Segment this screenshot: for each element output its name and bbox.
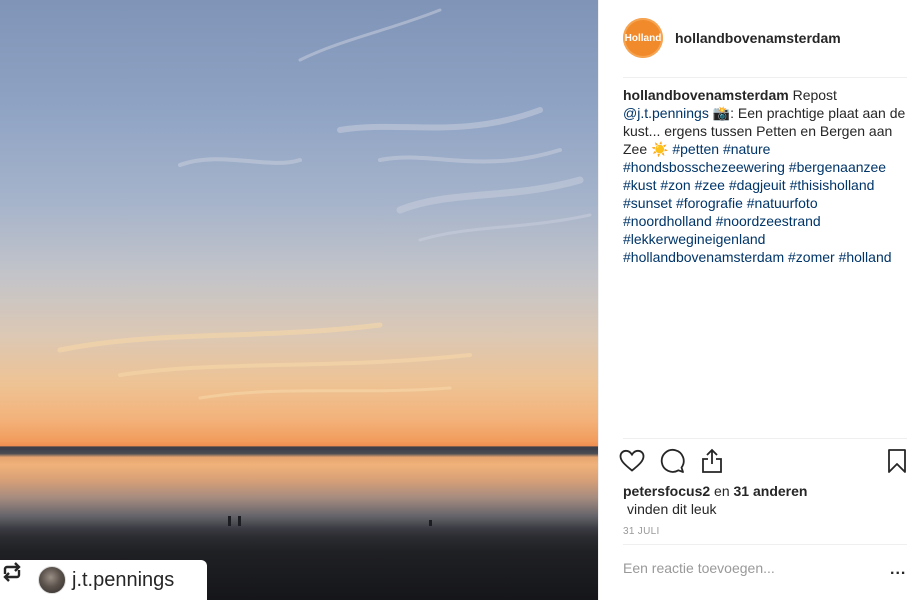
hashtag[interactable]: #hollandbovenamsterdam (623, 249, 784, 265)
repost-avatar (38, 566, 66, 594)
hashtag[interactable]: #zon (660, 177, 690, 193)
divider (623, 438, 907, 439)
sky-clouds (0, 8, 598, 526)
post-sidebar: Holland hollandbovenamsterdam hollandbov… (598, 0, 917, 600)
likes-summary: petersfocus2 en 31 anderen vinden dit le… (623, 482, 907, 518)
liker-username[interactable]: petersfocus2 (623, 483, 710, 499)
likes-others[interactable]: 31 anderen (734, 483, 808, 499)
hashtag[interactable]: #kust (623, 177, 656, 193)
hashtag[interactable]: #forografie (676, 195, 743, 211)
post-window: j.t.pennings Holland hollandbovenamsterd… (0, 0, 917, 600)
hashtag[interactable]: #nature (723, 141, 770, 157)
likes-mid: en (710, 483, 734, 499)
people-silhouettes (228, 516, 432, 526)
repost-arrows-icon (3, 562, 32, 592)
hashtag[interactable]: #noordholland (623, 213, 712, 229)
heart-icon[interactable] (619, 448, 645, 474)
post-photo[interactable]: j.t.pennings (0, 0, 598, 600)
repost-username: j.t.pennings (72, 568, 175, 591)
hashtag[interactable]: #holland (839, 249, 892, 265)
action-bar (619, 448, 913, 474)
bookmark-icon[interactable] (884, 448, 910, 474)
hashtag[interactable]: #zomer (788, 249, 835, 265)
hashtag[interactable]: #lekkerwegineigenland (623, 231, 765, 247)
repost-badge: j.t.pennings (0, 560, 207, 600)
caption-username[interactable]: hollandbovenamsterdam (623, 87, 789, 103)
hashtag[interactable]: #hondsbosschezeewering (623, 159, 785, 175)
divider (623, 544, 907, 545)
hashtag[interactable]: #noordzeestrand (716, 213, 821, 229)
comment-bubble-icon[interactable] (659, 448, 685, 474)
hashtag[interactable]: #natuurfoto (747, 195, 818, 211)
comment-input[interactable]: Een reactie toevoegen... (623, 560, 883, 576)
logo-text: Holland (624, 32, 662, 44)
hashtag[interactable]: #zee (695, 177, 725, 193)
hashtag[interactable]: #bergenaanzee (789, 159, 886, 175)
caption-intro: Repost (788, 87, 837, 103)
post-header: Holland hollandbovenamsterdam (623, 18, 907, 58)
caption-mention[interactable]: @j.t.pennings (623, 105, 709, 121)
account-avatar[interactable]: Holland (623, 18, 663, 58)
hashtag[interactable]: #dagjeuit (729, 177, 786, 193)
post-caption: hollandbovenamsterdam Repost @j.t.pennin… (623, 86, 907, 266)
likes-text: vinden dit leuk (627, 501, 717, 517)
share-icon[interactable] (699, 448, 725, 474)
camera-emoji: 📸 (708, 105, 731, 121)
divider (623, 77, 907, 78)
account-username[interactable]: hollandbovenamsterdam (675, 30, 841, 46)
hashtag[interactable]: #petten (672, 141, 719, 157)
hashtag[interactable]: #sunset (623, 195, 672, 211)
post-date[interactable]: 31 JULI (623, 526, 660, 537)
sun-emoji: ☀️ (651, 141, 669, 157)
hashtag[interactable]: #thisisholland (790, 177, 875, 193)
more-options-button[interactable]: ... (890, 561, 906, 579)
